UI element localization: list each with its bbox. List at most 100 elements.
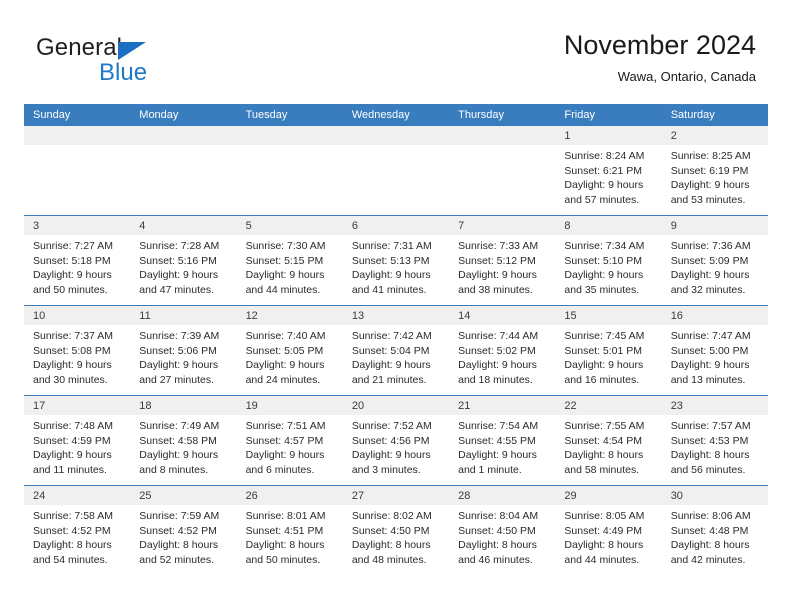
day-number: 12: [245, 310, 258, 322]
day-number: 22: [564, 400, 577, 412]
day-number: 24: [33, 490, 46, 502]
daylight-line-2: and 13 minutes.: [670, 373, 746, 386]
daylight-line-2: and 24 minutes.: [245, 373, 321, 386]
day-cell[interactable]: 14 Sunrise: 7:44 AM Sunset: 5:02 PM Dayl…: [449, 306, 556, 395]
page-header: General Blue November 2024 Wawa, Ontario…: [24, 28, 768, 100]
week-row: 24 Sunrise: 7:58 AM Sunset: 4:52 PM Dayl…: [24, 485, 768, 575]
day-number: 13: [351, 310, 365, 322]
daylight-line-2: and 16 minutes.: [564, 373, 640, 386]
day-cell[interactable]: 17 Sunrise: 7:48 AM Sunset: 4:59 PM Dayl…: [24, 396, 131, 485]
day-number: 14: [458, 310, 471, 322]
sunset-line: Sunset: 5:12 PM: [458, 254, 536, 267]
daylight-line-1: Daylight: 9 hours: [564, 269, 644, 282]
day-cell[interactable]: 23 Sunrise: 7:57 AM Sunset: 4:53 PM Dayl…: [661, 396, 768, 485]
day-cell[interactable]: 22 Sunrise: 7:55 AM Sunset: 4:54 PM Dayl…: [555, 396, 662, 485]
day-cell[interactable]: 21 Sunrise: 7:54 AM Sunset: 4:55 PM Dayl…: [449, 396, 556, 485]
day-details: Sunrise: 7:33 AM Sunset: 5:12 PM Dayligh…: [449, 235, 555, 297]
sunset-line: Sunset: 5:06 PM: [139, 344, 217, 357]
day-cell[interactable]: 20 Sunrise: 7:52 AM Sunset: 4:56 PM Dayl…: [342, 396, 450, 485]
daylight-line-2: and 21 minutes.: [351, 373, 427, 386]
sunrise-line: Sunrise: 7:33 AM: [458, 240, 539, 252]
title-block: November 2024 Wawa, Ontario, Canada: [564, 28, 756, 87]
day-details: Sunrise: 7:51 AM Sunset: 4:57 PM Dayligh…: [237, 415, 343, 477]
day-cell[interactable]: 7 Sunrise: 7:33 AM Sunset: 5:12 PM Dayli…: [449, 216, 556, 305]
sunrise-line: Sunrise: 7:59 AM: [139, 510, 220, 522]
sunrise-line: Sunrise: 7:54 AM: [458, 420, 539, 432]
sunset-line: Sunset: 4:55 PM: [458, 434, 536, 447]
day-cell[interactable]: 29 Sunrise: 8:05 AM Sunset: 4:49 PM Dayl…: [555, 486, 662, 575]
daylight-line-1: Daylight: 9 hours: [351, 359, 431, 372]
daylight-line-1: Daylight: 9 hours: [245, 449, 325, 462]
day-details: Sunrise: 7:40 AM Sunset: 5:05 PM Dayligh…: [237, 325, 343, 387]
day-cell[interactable]: 8 Sunrise: 7:34 AM Sunset: 5:10 PM Dayli…: [555, 216, 662, 305]
day-cell[interactable]: [342, 126, 450, 215]
daylight-line-1: Daylight: 9 hours: [564, 179, 644, 192]
daylight-line-1: Daylight: 8 hours: [670, 539, 750, 552]
day-cell[interactable]: 5 Sunrise: 7:30 AM Sunset: 5:15 PM Dayli…: [236, 216, 343, 305]
daylight-line-1: Daylight: 9 hours: [670, 269, 750, 282]
day-number: 25: [139, 490, 152, 502]
sunset-line: Sunset: 4:50 PM: [458, 524, 536, 537]
day-cell[interactable]: 30 Sunrise: 8:06 AM Sunset: 4:48 PM Dayl…: [661, 486, 768, 575]
day-cell[interactable]: [24, 126, 131, 215]
day-cell[interactable]: 10 Sunrise: 7:37 AM Sunset: 5:08 PM Dayl…: [24, 306, 131, 395]
day-cell[interactable]: 3 Sunrise: 7:27 AM Sunset: 5:18 PM Dayli…: [24, 216, 131, 305]
sunrise-line: Sunrise: 7:31 AM: [351, 240, 432, 252]
day-cell[interactable]: [130, 126, 237, 215]
day-cell[interactable]: 25 Sunrise: 7:59 AM Sunset: 4:52 PM Dayl…: [130, 486, 237, 575]
sunset-line: Sunset: 4:58 PM: [139, 434, 217, 447]
day-cell[interactable]: 24 Sunrise: 7:58 AM Sunset: 4:52 PM Dayl…: [24, 486, 131, 575]
day-number: 1: [564, 130, 571, 142]
sunset-line: Sunset: 4:52 PM: [139, 524, 217, 537]
sunrise-line: Sunrise: 8:06 AM: [670, 510, 751, 522]
general-blue-logo[interactable]: General Blue: [36, 34, 236, 90]
daylight-line-1: Daylight: 9 hours: [33, 359, 112, 372]
day-cell[interactable]: 18 Sunrise: 7:49 AM Sunset: 4:58 PM Dayl…: [130, 396, 237, 485]
day-details: Sunrise: 7:28 AM Sunset: 5:16 PM Dayligh…: [130, 235, 236, 297]
day-cell[interactable]: 27 Sunrise: 8:02 AM Sunset: 4:50 PM Dayl…: [342, 486, 450, 575]
sunrise-line: Sunrise: 7:27 AM: [33, 240, 113, 252]
day-cell[interactable]: 1 Sunrise: 8:24 AM Sunset: 6:21 PM Dayli…: [555, 126, 662, 215]
day-number: 8: [564, 220, 571, 232]
day-details: Sunrise: 8:25 AM Sunset: 6:19 PM Dayligh…: [662, 145, 768, 207]
daylight-line-2: and 42 minutes.: [670, 553, 746, 566]
day-cell[interactable]: 4 Sunrise: 7:28 AM Sunset: 5:16 PM Dayli…: [130, 216, 237, 305]
day-cell[interactable]: 11 Sunrise: 7:39 AM Sunset: 5:06 PM Dayl…: [130, 306, 237, 395]
day-cell[interactable]: 19 Sunrise: 7:51 AM Sunset: 4:57 PM Dayl…: [236, 396, 343, 485]
day-cell[interactable]: 13 Sunrise: 7:42 AM Sunset: 5:04 PM Dayl…: [342, 306, 450, 395]
day-cell[interactable]: 6 Sunrise: 7:31 AM Sunset: 5:13 PM Dayli…: [342, 216, 450, 305]
day-cell[interactable]: 9 Sunrise: 7:36 AM Sunset: 5:09 PM Dayli…: [661, 216, 768, 305]
day-number: 15: [564, 310, 577, 322]
day-number: 11: [139, 310, 151, 322]
day-cell[interactable]: 26 Sunrise: 8:01 AM Sunset: 4:51 PM Dayl…: [236, 486, 343, 575]
weekday-header-monday: Monday: [139, 109, 179, 121]
sunrise-line: Sunrise: 7:37 AM: [33, 330, 113, 342]
day-cell[interactable]: 16 Sunrise: 7:47 AM Sunset: 5:00 PM Dayl…: [661, 306, 768, 395]
day-cell[interactable]: [449, 126, 556, 215]
sunrise-line: Sunrise: 7:44 AM: [458, 330, 539, 342]
sunset-line: Sunset: 5:02 PM: [458, 344, 536, 357]
day-details: Sunrise: 7:30 AM Sunset: 5:15 PM Dayligh…: [237, 235, 343, 297]
calendar-page: General Blue November 2024 Wawa, Ontario…: [0, 0, 792, 612]
day-cell[interactable]: 15 Sunrise: 7:45 AM Sunset: 5:01 PM Dayl…: [555, 306, 662, 395]
day-cell[interactable]: 2 Sunrise: 8:25 AM Sunset: 6:19 PM Dayli…: [661, 126, 768, 215]
day-cell[interactable]: 28 Sunrise: 8:04 AM Sunset: 4:50 PM Dayl…: [449, 486, 556, 575]
day-cell[interactable]: 12 Sunrise: 7:40 AM Sunset: 5:05 PM Dayl…: [236, 306, 343, 395]
sunset-line: Sunset: 4:49 PM: [564, 524, 643, 537]
day-cell[interactable]: [236, 126, 343, 215]
day-details: Sunrise: 7:45 AM Sunset: 5:01 PM Dayligh…: [555, 325, 661, 387]
sunrise-line: Sunrise: 7:57 AM: [670, 420, 751, 432]
day-number: 18: [139, 400, 152, 412]
sunset-line: Sunset: 5:05 PM: [245, 344, 324, 357]
location-subtitle: Wawa, Ontario, Canada: [617, 69, 756, 84]
sunset-line: Sunset: 5:08 PM: [33, 344, 111, 357]
sunset-line: Sunset: 5:13 PM: [351, 254, 430, 267]
daylight-line-1: Daylight: 9 hours: [670, 359, 750, 372]
weekday-header-wednesday: Wednesday: [351, 109, 410, 121]
daylight-line-2: and 27 minutes.: [139, 373, 214, 386]
sunset-line: Sunset: 6:21 PM: [564, 164, 643, 177]
daylight-line-2: and 18 minutes.: [458, 373, 533, 386]
sunset-line: Sunset: 5:10 PM: [564, 254, 643, 267]
weekday-header-thursday: Thursday: [458, 109, 504, 121]
day-details: Sunrise: 7:31 AM Sunset: 5:13 PM Dayligh…: [343, 235, 449, 297]
